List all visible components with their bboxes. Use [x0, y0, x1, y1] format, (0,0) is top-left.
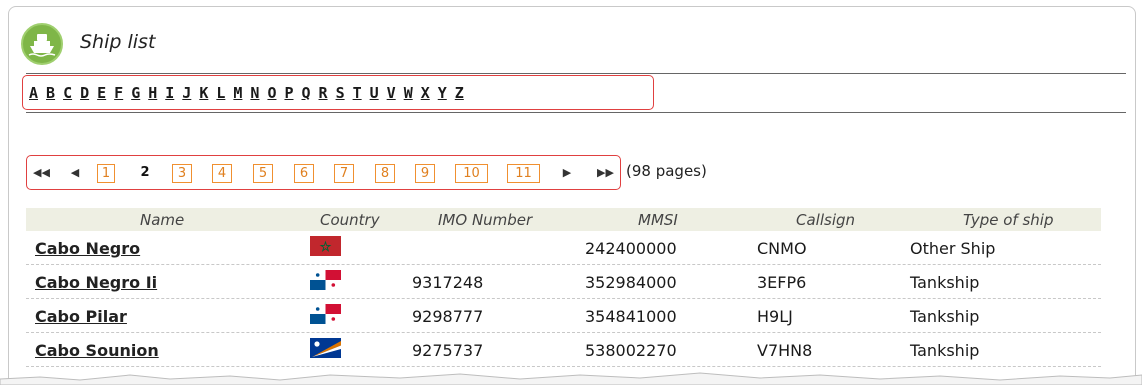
ship-name-link[interactable]: Cabo Pilar: [35, 307, 127, 326]
page-link[interactable]: 9: [415, 164, 435, 183]
table-row: Cabo Pilar 9298777 354841000 H9LJ Tanksh…: [26, 299, 1101, 333]
letter-link-a[interactable]: A: [29, 84, 38, 102]
letter-link-x[interactable]: X: [421, 84, 430, 102]
callsign: CNMO: [757, 239, 807, 258]
page-title: Ship list: [80, 31, 156, 53]
letter-link-i[interactable]: I: [165, 84, 174, 102]
header-country[interactable]: Country: [320, 211, 380, 229]
page-link[interactable]: 7: [334, 164, 354, 183]
marshall-islands-flag-icon: [310, 338, 341, 358]
imo-number: 9275737: [412, 341, 484, 360]
divider-bottom: [26, 112, 1126, 113]
letter-link-e[interactable]: E: [97, 84, 106, 102]
page-link[interactable]: 8: [375, 164, 395, 183]
panama-flag-icon: [310, 304, 341, 324]
mmsi: 352984000: [585, 273, 677, 292]
table-row: Cabo Negro Ii 9317248 352984000 3EFP6 Ta…: [26, 265, 1101, 299]
letter-link-w[interactable]: W: [404, 84, 413, 102]
page-link[interactable]: 5: [253, 164, 273, 183]
letter-link-o[interactable]: O: [267, 84, 276, 102]
letter-link-s[interactable]: S: [336, 84, 345, 102]
torn-edge: [0, 372, 1142, 385]
letter-link-v[interactable]: V: [387, 84, 396, 102]
letter-link-n[interactable]: N: [250, 84, 259, 102]
page-link[interactable]: 1: [97, 164, 115, 183]
callsign: H9LJ: [757, 307, 793, 326]
page-link[interactable]: 4: [212, 164, 232, 183]
letter-link-c[interactable]: C: [63, 84, 72, 102]
letter-link-d[interactable]: D: [80, 84, 89, 102]
page-link[interactable]: 6: [294, 164, 314, 183]
letter-link-b[interactable]: B: [46, 84, 55, 102]
header-callsign[interactable]: Callsign: [796, 211, 855, 229]
callsign: 3EFP6: [757, 273, 807, 292]
table-header: Name Country IMO Number MMSI Callsign Ty…: [26, 208, 1101, 231]
ship-type: Tankship: [910, 273, 980, 292]
page-link[interactable]: 11: [507, 164, 540, 183]
ship-type: Tankship: [910, 307, 980, 326]
ship-name-link[interactable]: Cabo Sounion: [35, 341, 159, 360]
letter-link-p[interactable]: P: [284, 84, 293, 102]
callsign: V7HN8: [757, 341, 813, 360]
letter-link-u[interactable]: U: [370, 84, 379, 102]
prev-page-icon[interactable]: ◀: [70, 164, 80, 183]
letter-link-q[interactable]: Q: [302, 84, 311, 102]
page-link[interactable]: 10: [455, 164, 488, 183]
table-row: Cabo Negro 242400000 CNMO Other Ship: [26, 231, 1101, 265]
current-page: 2: [140, 165, 150, 180]
ship-name-link[interactable]: Cabo Negro Ii: [35, 273, 157, 292]
mmsi: 354841000: [585, 307, 677, 326]
table-row: Cabo Sounion 9275737 538002270 V7HN8 Tan…: [26, 333, 1101, 367]
panama-flag-icon: [310, 270, 341, 290]
imo-number: 9298777: [412, 307, 484, 326]
last-page-icon[interactable]: ▶▶: [597, 164, 614, 183]
letter-link-k[interactable]: K: [199, 84, 208, 102]
first-page-icon[interactable]: ◀◀: [33, 164, 50, 183]
ship-name-link[interactable]: Cabo Negro: [35, 239, 140, 258]
letter-link-g[interactable]: G: [131, 84, 140, 102]
letter-link-y[interactable]: Y: [438, 84, 447, 102]
pagination: ◀◀ ◀ 1 2 3 4 5 6 7 8 9 10 11 ▶ ▶▶: [26, 155, 621, 190]
alphabet-filter: ABCDEFGHIJKLMNOPQRSTUVWXYZ: [22, 75, 654, 110]
page-link[interactable]: 3: [172, 164, 192, 183]
header-type[interactable]: Type of ship: [963, 211, 1054, 229]
page-count: (98 pages): [626, 162, 707, 180]
morocco-flag-icon: [310, 236, 341, 256]
ship-type: Tankship: [910, 341, 980, 360]
letter-link-f[interactable]: F: [114, 84, 123, 102]
mmsi: 242400000: [585, 239, 677, 258]
header-name[interactable]: Name: [140, 211, 184, 229]
imo-number: 9317248: [412, 273, 484, 292]
letter-link-t[interactable]: T: [353, 84, 362, 102]
letter-link-l[interactable]: L: [216, 84, 225, 102]
next-page-icon[interactable]: ▶: [562, 164, 572, 183]
ship-type: Other Ship: [910, 239, 996, 258]
ship-icon: [21, 23, 63, 65]
header-mmsi[interactable]: MMSI: [638, 211, 678, 229]
letter-link-j[interactable]: J: [182, 84, 191, 102]
header-imo[interactable]: IMO Number: [438, 211, 532, 229]
letter-link-h[interactable]: H: [148, 84, 157, 102]
letter-link-m[interactable]: M: [233, 84, 242, 102]
letter-link-r[interactable]: R: [319, 84, 328, 102]
letter-link-z[interactable]: Z: [455, 84, 464, 102]
mmsi: 538002270: [585, 341, 677, 360]
divider-top: [26, 73, 1126, 74]
